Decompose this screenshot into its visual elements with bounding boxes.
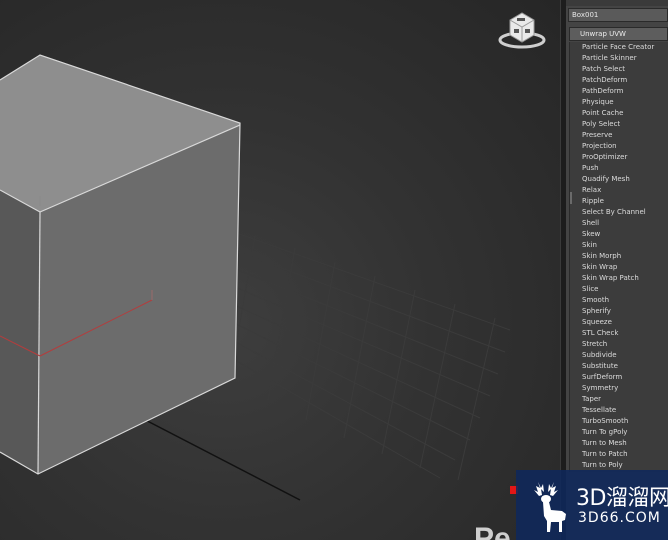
modifier-item[interactable]: PatchDeform: [570, 75, 668, 86]
modifier-item[interactable]: Spherify: [570, 306, 668, 317]
world-axis-line: [129, 411, 301, 501]
modifier-item[interactable]: PathDeform: [570, 86, 668, 97]
modifier-item[interactable]: Patch Select: [570, 64, 668, 75]
modifier-item[interactable]: Particle Skinner: [570, 53, 668, 64]
object-name-field[interactable]: Box001: [568, 8, 668, 22]
watermark-url: 3D66.COM: [578, 510, 661, 526]
box001-cube[interactable]: [0, 54, 241, 475]
modifier-item[interactable]: Skew: [570, 229, 668, 240]
modifier-list-dropdown[interactable]: Unwrap UVW: [569, 27, 668, 41]
modifier-item[interactable]: Turn to Mesh: [570, 438, 668, 449]
modifier-item[interactable]: Poly Select: [570, 119, 668, 130]
list-scroll-marker: [570, 192, 572, 204]
viewport-partial-label: Pe: [474, 522, 511, 540]
modifier-item[interactable]: Turn to Patch: [570, 449, 668, 460]
site-watermark: 3D溜溜网 3D66.COM: [516, 470, 668, 540]
modifier-item[interactable]: Preserve: [570, 130, 668, 141]
viewcube-icon[interactable]: [496, 8, 548, 50]
modifier-item[interactable]: Symmetry: [570, 383, 668, 394]
deer-logo-icon: [534, 482, 566, 532]
cube-left-face: [0, 190, 40, 474]
3dsmax-screen: Pe Box001 Unwrap UVW Particle Face Creat…: [0, 0, 668, 540]
modifier-item[interactable]: Skin Wrap Patch: [570, 273, 668, 284]
modifier-item[interactable]: Projection: [570, 141, 668, 152]
modifier-item[interactable]: Tessellate: [570, 405, 668, 416]
modifier-item[interactable]: TurboSmooth: [570, 416, 668, 427]
modifier-item[interactable]: Turn To gPoly: [570, 427, 668, 438]
modifier-item[interactable]: SurfDeform: [570, 372, 668, 383]
modifier-item[interactable]: Squeeze: [570, 317, 668, 328]
ground-grid: [227, 229, 511, 481]
perspective-viewport[interactable]: Pe: [0, 0, 560, 540]
modifier-item[interactable]: Shell: [570, 218, 668, 229]
modifier-item[interactable]: Relax: [570, 185, 668, 196]
modifier-item[interactable]: Substitute: [570, 361, 668, 372]
modifier-item[interactable]: ProOptimizer: [570, 152, 668, 163]
modify-command-panel: Box001 Unwrap UVW Particle Face Creator …: [566, 0, 668, 540]
modifier-list[interactable]: Particle Face Creator Particle Skinner P…: [569, 42, 668, 472]
modifier-item[interactable]: Skin: [570, 240, 668, 251]
modifier-item[interactable]: Ripple: [570, 196, 668, 207]
modifier-item[interactable]: Skin Morph: [570, 251, 668, 262]
modifier-item[interactable]: Subdivide: [570, 350, 668, 361]
modifier-item[interactable]: Stretch: [570, 339, 668, 350]
modifier-item[interactable]: Select By Channel: [570, 207, 668, 218]
modifier-item[interactable]: Push: [570, 163, 668, 174]
panel-top-strip: [566, 0, 668, 6]
modifier-item[interactable]: Particle Face Creator: [570, 42, 668, 53]
viewport-scene: [0, 54, 511, 501]
modifier-item[interactable]: Smooth: [570, 295, 668, 306]
modifier-item[interactable]: Taper: [570, 394, 668, 405]
modifier-item[interactable]: Physique: [570, 97, 668, 108]
modifier-item[interactable]: Quadify Mesh: [570, 174, 668, 185]
modifier-item[interactable]: Skin Wrap: [570, 262, 668, 273]
modifier-item[interactable]: Slice: [570, 284, 668, 295]
modifier-item[interactable]: STL Check: [570, 328, 668, 339]
modifier-item[interactable]: Point Cache: [570, 108, 668, 119]
watermark-brand: 3D溜溜网: [576, 486, 668, 511]
